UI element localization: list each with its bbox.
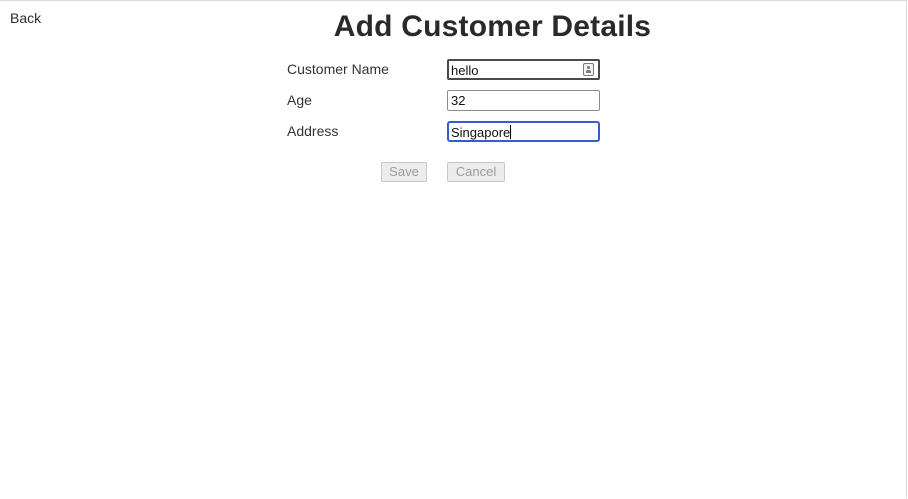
age-input[interactable]: 32 (447, 90, 600, 111)
address-label: Address (287, 123, 339, 139)
customer-name-label: Customer Name (287, 61, 389, 77)
cancel-button[interactable]: Cancel (447, 162, 505, 182)
address-value: Singapore (451, 125, 511, 140)
age-row: Age 32 (287, 90, 607, 112)
app-window: Back Add Customer Details Customer Name … (0, 0, 907, 498)
age-label: Age (287, 92, 312, 108)
age-value: 32 (451, 93, 466, 108)
address-input[interactable]: Singapore (447, 121, 600, 142)
customer-name-row: Customer Name hello (287, 59, 607, 81)
customer-name-value: hello (451, 63, 479, 78)
address-row: Address Singapore (287, 121, 607, 143)
contact-card-icon[interactable] (583, 63, 594, 76)
save-button[interactable]: Save (381, 162, 427, 182)
text-caret (510, 125, 512, 139)
customer-name-input[interactable]: hello (447, 59, 600, 80)
page-title: Add Customer Details (333, 10, 652, 43)
